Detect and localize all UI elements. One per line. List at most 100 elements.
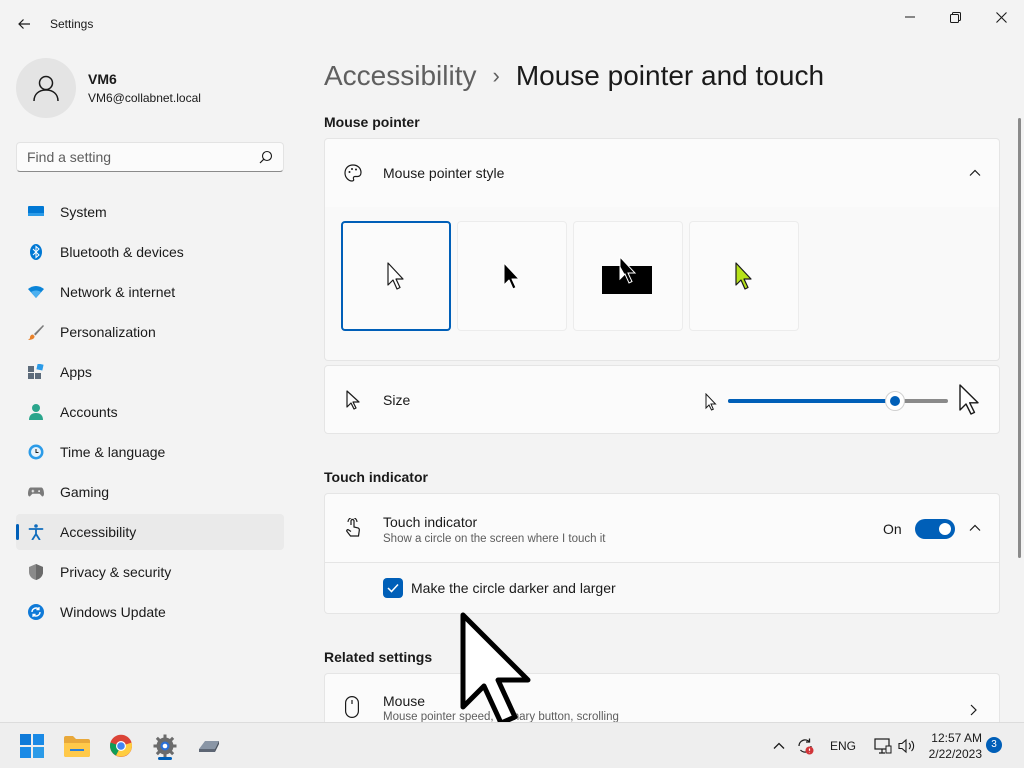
clock-date: 2/22/2023 bbox=[928, 747, 982, 761]
darker-larger-checkbox[interactable] bbox=[383, 578, 403, 598]
brush-icon bbox=[28, 324, 44, 340]
mouse-icon bbox=[345, 696, 359, 718]
sidebar-item-label: Personalization bbox=[60, 324, 156, 340]
sidebar-item-apps[interactable]: Apps bbox=[16, 354, 284, 390]
section-title-touch-indicator: Touch indicator bbox=[324, 469, 428, 485]
breadcrumb: Accessibility › Mouse pointer and touch bbox=[324, 58, 824, 94]
start-button[interactable] bbox=[16, 730, 48, 762]
chevron-right-icon bbox=[970, 704, 977, 716]
user-email: VM6@collabnet.local bbox=[88, 91, 201, 105]
pointer-style-custom[interactable] bbox=[689, 221, 799, 331]
folder-icon bbox=[64, 736, 90, 757]
sync-alert-icon[interactable] bbox=[796, 737, 814, 755]
back-arrow-icon bbox=[18, 19, 30, 29]
mouse-pointer-style-header[interactable]: Mouse pointer style bbox=[324, 138, 1000, 208]
sidebar-item-personalization[interactable]: Personalization bbox=[16, 314, 284, 350]
palette-icon bbox=[344, 164, 362, 182]
touch-indicator-description: Show a circle on the screen where I touc… bbox=[383, 533, 606, 545]
taskbar-chrome[interactable] bbox=[105, 730, 137, 762]
chevron-up-icon[interactable] bbox=[967, 165, 983, 181]
sidebar-item-label: Windows Update bbox=[60, 604, 166, 620]
user-icon bbox=[33, 75, 59, 102]
sidebar-item-label: System bbox=[60, 204, 107, 220]
sidebar-item-label: Time & language bbox=[60, 444, 166, 460]
white-cursor-icon bbox=[387, 262, 404, 290]
sidebar-item-label: Network & internet bbox=[60, 284, 176, 300]
pointer-style-black[interactable] bbox=[457, 221, 567, 331]
taskbar: ENG 12:57 AM 2/22/2023 3 bbox=[0, 722, 1024, 768]
sidebar-item-system[interactable]: System bbox=[16, 194, 284, 230]
breadcrumb-separator: › bbox=[492, 63, 500, 88]
search-box[interactable] bbox=[16, 142, 284, 172]
search-input[interactable] bbox=[17, 143, 253, 171]
apps-icon bbox=[28, 364, 44, 380]
touch-indicator-card[interactable]: Touch indicator Show a circle on the scr… bbox=[324, 493, 1000, 563]
sidebar-item-label: Bluetooth & devices bbox=[60, 244, 184, 260]
small-cursor-icon bbox=[705, 393, 717, 411]
update-icon bbox=[28, 604, 44, 620]
volume-icon[interactable] bbox=[898, 738, 916, 754]
app-title: Settings bbox=[50, 17, 94, 31]
back-button[interactable] bbox=[10, 10, 38, 38]
taskbar-file-explorer[interactable] bbox=[61, 730, 93, 762]
touch-icon bbox=[346, 518, 360, 537]
sidebar-item-label: Accounts bbox=[60, 404, 118, 420]
checkbox-label: Make the circle darker and larger bbox=[411, 580, 616, 596]
chevron-up-icon[interactable] bbox=[772, 739, 786, 753]
scrollbar[interactable] bbox=[1018, 118, 1021, 558]
title-bar: Settings bbox=[0, 0, 1024, 48]
pointer-style-white[interactable] bbox=[341, 221, 451, 331]
sidebar-nav: System Bluetooth & devices Network & int… bbox=[16, 194, 284, 634]
touch-indicator-toggle[interactable] bbox=[915, 519, 955, 539]
related-mouse-link[interactable]: Mouse Mouse pointer speed, primary butto… bbox=[324, 673, 1000, 722]
slider-thumb[interactable] bbox=[885, 391, 905, 411]
size-label: Size bbox=[383, 392, 411, 408]
bluetooth-icon bbox=[28, 244, 44, 260]
notification-badge[interactable]: 3 bbox=[986, 737, 1002, 753]
chevron-up-icon[interactable] bbox=[967, 520, 983, 536]
minimize-button[interactable] bbox=[887, 4, 933, 30]
page-title: Mouse pointer and touch bbox=[515, 60, 825, 91]
custom-color-cursor-icon bbox=[735, 262, 752, 290]
taskbar-settings[interactable] bbox=[149, 730, 181, 762]
restore-button[interactable] bbox=[932, 4, 978, 30]
mouse-pointer-style-label: Mouse pointer style bbox=[383, 165, 505, 181]
sidebar-item-label: Accessibility bbox=[60, 524, 137, 540]
close-button[interactable] bbox=[978, 4, 1024, 30]
slider-fill bbox=[728, 399, 895, 403]
pointer-size-card: Size bbox=[324, 365, 1000, 434]
sidebar-item-time-language[interactable]: Time & language bbox=[16, 434, 284, 470]
clock-icon bbox=[28, 444, 44, 460]
sidebar-item-privacy[interactable]: Privacy & security bbox=[16, 554, 284, 590]
breadcrumb-parent[interactable]: Accessibility bbox=[324, 60, 476, 92]
accessibility-icon bbox=[28, 524, 44, 540]
clock[interactable]: 12:57 AM 2/22/2023 bbox=[929, 730, 982, 762]
search-icon[interactable] bbox=[259, 150, 273, 164]
sidebar-item-label: Privacy & security bbox=[60, 564, 172, 580]
avatar bbox=[16, 58, 76, 118]
user-profile[interactable]: VM6 VM6@collabnet.local bbox=[16, 58, 276, 118]
network-status-icon[interactable] bbox=[874, 738, 892, 754]
pointer-size-slider[interactable] bbox=[728, 391, 948, 411]
minimize-icon bbox=[905, 16, 915, 18]
gamepad-icon bbox=[28, 484, 44, 500]
sidebar-item-accessibility[interactable]: Accessibility bbox=[16, 514, 284, 550]
language-indicator[interactable]: ENG bbox=[830, 739, 856, 753]
black-cursor-icon bbox=[503, 262, 520, 290]
toggle-state-label: On bbox=[883, 521, 902, 537]
sidebar-item-accounts[interactable]: Accounts bbox=[16, 394, 284, 430]
large-cursor-icon bbox=[959, 384, 979, 415]
shield-icon bbox=[28, 564, 44, 580]
system-tray: ENG bbox=[772, 723, 916, 768]
touch-indicator-options: Make the circle darker and larger bbox=[324, 562, 1000, 614]
sidebar-item-gaming[interactable]: Gaming bbox=[16, 474, 284, 510]
active-app-indicator bbox=[158, 757, 172, 760]
sidebar-item-bluetooth[interactable]: Bluetooth & devices bbox=[16, 234, 284, 270]
taskbar-app[interactable] bbox=[193, 730, 225, 762]
touch-indicator-label: Touch indicator bbox=[383, 514, 478, 530]
pointer-style-inverted[interactable] bbox=[573, 221, 683, 331]
network-icon bbox=[28, 284, 44, 300]
sidebar-item-network[interactable]: Network & internet bbox=[16, 274, 284, 310]
section-title-mouse-pointer: Mouse pointer bbox=[324, 114, 420, 130]
sidebar-item-windows-update[interactable]: Windows Update bbox=[16, 594, 284, 630]
